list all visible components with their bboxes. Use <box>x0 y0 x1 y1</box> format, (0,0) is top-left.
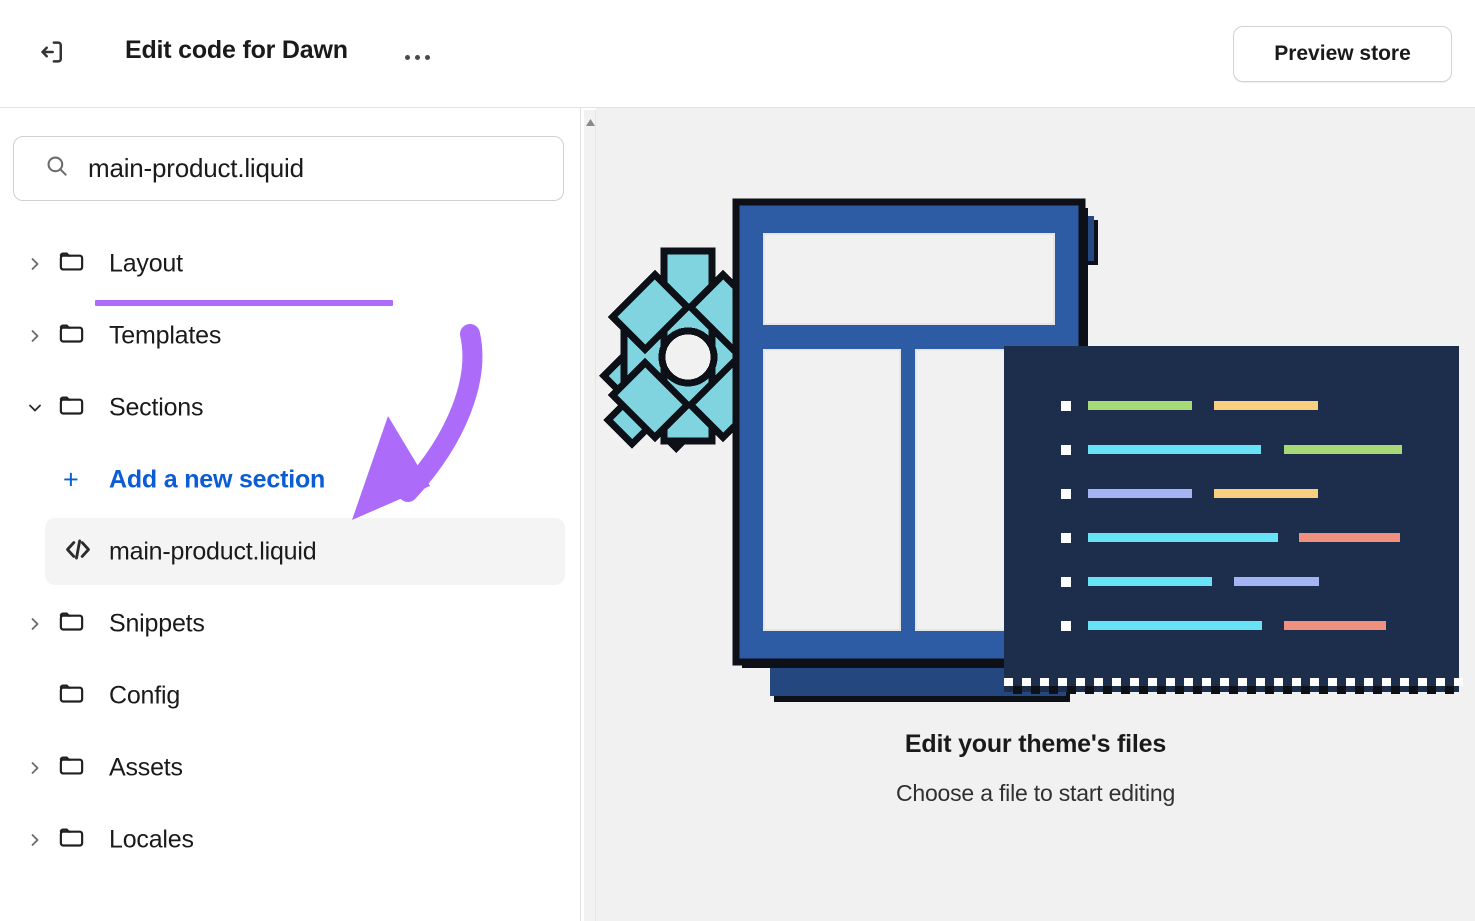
page-title: Edit code for Dawn <box>125 36 348 65</box>
plus-icon: + <box>63 467 79 494</box>
add-new-section-label: Add a new section <box>109 466 325 495</box>
ellipsis-icon <box>405 55 410 60</box>
sidebar-item-label: Config <box>109 682 180 711</box>
sidebar-item-config[interactable]: Config <box>0 660 580 732</box>
code-token <box>1088 577 1212 586</box>
folder-icon <box>57 247 86 281</box>
empty-state-subtitle: Choose a file to start editing <box>596 780 1475 807</box>
search-field[interactable] <box>13 136 564 201</box>
file-row-container: main-product.liquid <box>0 516 580 588</box>
sidebar-file-label: main-product.liquid <box>109 537 316 566</box>
code-line-bullet <box>1061 401 1071 411</box>
empty-state-title: Edit your theme's files <box>596 730 1475 759</box>
sidebar-item-layout[interactable]: Layout <box>0 228 580 300</box>
chevron-right-icon[interactable] <box>25 614 45 634</box>
sidebar-item-locales[interactable]: Locales <box>0 804 580 876</box>
code-token <box>1284 445 1402 454</box>
code-token <box>1088 401 1192 410</box>
ellipsis-icon <box>415 55 420 60</box>
folder-icon <box>57 391 86 425</box>
chevron-right-icon[interactable] <box>25 254 45 274</box>
chevron-down-icon[interactable] <box>25 398 45 418</box>
scroll-up-arrow-icon[interactable] <box>585 114 596 123</box>
code-token <box>1088 445 1261 454</box>
exit-icon <box>37 37 67 72</box>
sidebar-item-snippets[interactable]: Snippets <box>0 588 580 660</box>
code-line-bullet <box>1061 489 1071 499</box>
file-sidebar: Layout Templates <box>0 108 580 921</box>
sidebar-item-label: Layout <box>109 250 183 279</box>
editor-empty-state: Edit your theme's files Choose a file to… <box>596 108 1475 921</box>
code-editor-page: Edit code for Dawn Preview store <box>0 0 1475 921</box>
theme-files-illustration <box>596 108 1475 728</box>
sidebar-item-label: Sections <box>109 394 203 423</box>
folder-icon <box>57 823 86 857</box>
code-token <box>1284 621 1386 630</box>
chevron-right-icon[interactable] <box>25 758 45 778</box>
sidebar-item-label: Assets <box>109 754 183 783</box>
more-options-button[interactable] <box>396 38 438 76</box>
code-token <box>1214 401 1318 410</box>
folder-icon <box>57 751 86 785</box>
code-token <box>1299 533 1400 542</box>
sidebar-item-label: Templates <box>109 322 221 351</box>
sidebar-item-assets[interactable]: Assets <box>0 732 580 804</box>
sidebar-item-label: Locales <box>109 826 194 855</box>
folder-icon <box>57 319 86 353</box>
code-token <box>1214 489 1318 498</box>
code-line-bullet <box>1061 445 1071 455</box>
file-tree: Layout Templates <box>0 228 580 876</box>
sidebar-item-label: Snippets <box>109 610 205 639</box>
folder-icon <box>57 607 86 641</box>
search-input[interactable] <box>88 153 518 184</box>
code-token <box>1088 489 1192 498</box>
exit-button[interactable] <box>30 32 74 76</box>
chevron-right-icon[interactable] <box>25 830 45 850</box>
folder-icon <box>57 679 86 713</box>
sidebar-item-templates[interactable]: Templates <box>0 300 580 372</box>
ellipsis-icon <box>425 55 430 60</box>
preview-store-button[interactable]: Preview store <box>1233 26 1452 82</box>
code-line-bullet <box>1061 621 1071 631</box>
search-icon <box>44 153 70 184</box>
top-bar: Edit code for Dawn Preview store <box>0 0 1475 108</box>
sidebar-item-sections[interactable]: Sections <box>0 372 580 444</box>
code-token <box>1088 533 1278 542</box>
code-line-bullet <box>1061 577 1071 587</box>
code-file-icon <box>60 531 96 572</box>
code-line-bullet <box>1061 533 1071 543</box>
chevron-right-icon[interactable] <box>25 326 45 346</box>
sidebar-file-main-product-liquid[interactable]: main-product.liquid <box>45 518 565 585</box>
add-new-section-button[interactable]: + Add a new section <box>0 444 580 516</box>
sidebar-divider <box>580 108 581 921</box>
code-token <box>1088 621 1262 630</box>
code-token <box>1234 577 1319 586</box>
main-scrollbar[interactable] <box>584 110 596 921</box>
